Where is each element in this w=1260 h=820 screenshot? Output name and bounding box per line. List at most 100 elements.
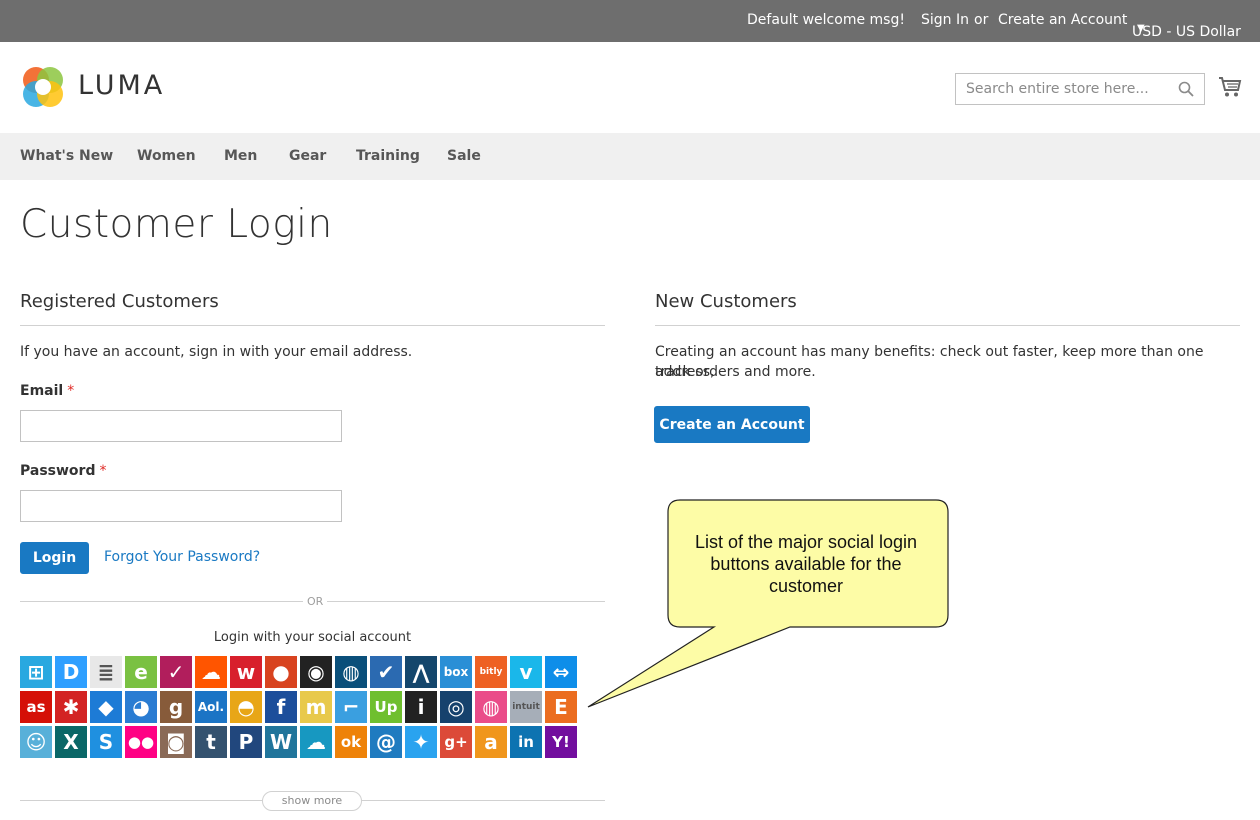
deviantart-icon: ⌐ [342, 695, 360, 719]
social-salesforce-button[interactable]: ☁ [300, 726, 332, 758]
tumblr-icon: t [206, 730, 216, 754]
social-tumblr-button[interactable]: t [195, 726, 227, 758]
nav-item-whats-new[interactable]: What's New [20, 148, 113, 164]
social-persona-button[interactable]: ● [265, 656, 297, 688]
sign-in-link[interactable]: Sign In [921, 12, 969, 28]
new-customers-divider [655, 325, 1240, 326]
social-lastfm-button[interactable]: as [20, 691, 52, 723]
social-email-button[interactable]: @ [370, 726, 402, 758]
login-button[interactable]: Login [20, 542, 89, 574]
social-windows-button[interactable]: ⊞ [20, 656, 52, 688]
social-wordpress-vip-button[interactable]: ⋀ [405, 656, 437, 688]
social-instapaper-button[interactable]: ◍ [335, 656, 367, 688]
search-input[interactable] [956, 74, 1166, 104]
nav-item-women[interactable]: Women [137, 148, 196, 164]
create-account-button[interactable]: Create an Account [654, 406, 810, 443]
email-field[interactable] [20, 410, 342, 442]
social-paypal-button[interactable]: P [230, 726, 262, 758]
social-soundcloud-button[interactable]: ☁ [195, 656, 227, 688]
flickr-icon: ●● [127, 733, 155, 751]
shopping-cart-icon[interactable] [1218, 76, 1242, 98]
chevron-down-icon: ▼ [1137, 23, 1145, 34]
social-foursquare-checkin-button[interactable]: ✓ [160, 656, 192, 688]
social-qq-button[interactable]: ◓ [230, 691, 262, 723]
search-icon[interactable] [1178, 81, 1194, 97]
top-bar: Default welcome msg! Sign In or Create a… [0, 0, 1260, 42]
social-mailru-button[interactable]: m [300, 691, 332, 723]
new-customers-intro-line2: track orders and more. [655, 364, 816, 380]
social-github-button[interactable]: ◉ [300, 656, 332, 688]
stackoverflow-icon: ≣ [97, 660, 115, 684]
social-aol-button[interactable]: Aol. [195, 691, 227, 723]
intuit-icon: intuit [512, 702, 540, 712]
social-etsy-button[interactable]: E [545, 691, 577, 723]
instapaper-icon: ◍ [342, 660, 360, 684]
social-intuit-button[interactable]: intuit [510, 691, 542, 723]
yelp-icon: ✱ [62, 695, 80, 719]
instagram-icon: ◙ [166, 730, 186, 754]
social-mailchimp-button[interactable]: ☺ [20, 726, 52, 758]
social-deviantart-button[interactable]: ⌐ [335, 691, 367, 723]
nav-item-gear[interactable]: Gear [289, 148, 326, 164]
social-box-button[interactable]: box [440, 656, 472, 688]
social-dribbble-button[interactable]: ◍ [475, 691, 507, 723]
social-teamviewer-button[interactable]: ⇔ [545, 656, 577, 688]
forgot-password-link[interactable]: Forgot Your Password? [104, 549, 260, 565]
disqus-icon: D [62, 660, 80, 684]
registered-intro: If you have an account, sign in with you… [20, 344, 413, 360]
logo-text[interactable]: LUMA [78, 70, 165, 101]
main-navigation: What's New Women Men Gear Training Sale [0, 133, 1260, 180]
social-dropbox-button[interactable]: ◆ [90, 691, 122, 723]
wechat-icon: ◎ [447, 695, 465, 719]
box-icon: box [443, 665, 469, 679]
teamviewer-icon: ⇔ [552, 660, 570, 684]
currency-label: USD - US Dollar [1132, 24, 1241, 40]
social-facebook-button[interactable]: f [265, 691, 297, 723]
social-xing-button[interactable]: X [55, 726, 87, 758]
social-wordpress-button[interactable]: W [265, 726, 297, 758]
nav-item-sale[interactable]: Sale [447, 148, 481, 164]
social-foursquare-button[interactable]: ✔ [370, 656, 402, 688]
social-goodreads-button[interactable]: g [160, 691, 192, 723]
password-field[interactable] [20, 490, 342, 522]
or-divider-text: OR [303, 595, 328, 608]
or-separator: or [974, 12, 989, 28]
social-odnoklassniki-button[interactable]: ok [335, 726, 367, 758]
nav-item-training[interactable]: Training [356, 148, 420, 164]
callout-line-2: buttons available for the [710, 554, 902, 574]
twitter-icon: ✦ [412, 730, 430, 754]
social-upwork-button[interactable]: Up [370, 691, 402, 723]
social-weibo-button[interactable]: w [230, 656, 262, 688]
social-flickr-button[interactable]: ●● [125, 726, 157, 758]
social-bitly-button[interactable]: bitly [475, 656, 507, 688]
social-yahoo-button[interactable]: Y! [545, 726, 577, 758]
social-skyrock-button[interactable]: S [90, 726, 122, 758]
social-google-plus-button[interactable]: g+ [440, 726, 472, 758]
password-required-mark: * [99, 463, 107, 479]
weibo-icon: w [236, 660, 256, 684]
social-linkedin-button[interactable]: in [510, 726, 542, 758]
social-evernote-button[interactable]: e [125, 656, 157, 688]
mailru-icon: m [305, 695, 327, 719]
callout-line-1: List of the major social login [694, 532, 918, 552]
social-instagram-button[interactable]: ◙ [160, 726, 192, 758]
social-wechat-button[interactable]: ◎ [440, 691, 472, 723]
create-account-link[interactable]: Create an Account [998, 12, 1127, 28]
windows-icon: ⊞ [27, 660, 45, 684]
show-more-button[interactable]: show more [262, 791, 362, 811]
social-amazon-button[interactable]: a [475, 726, 507, 758]
email-label-text: Email [20, 383, 64, 399]
social-stackoverflow-button[interactable]: ≣ [90, 656, 122, 688]
password-label: Password * [20, 463, 106, 479]
social-twitter-button[interactable]: ✦ [405, 726, 437, 758]
password-label-text: Password [20, 463, 96, 479]
luma-logo-icon[interactable] [20, 64, 66, 110]
social-reddit-button[interactable]: ◕ [125, 691, 157, 723]
nav-item-men[interactable]: Men [224, 148, 257, 164]
social-vimeo-button[interactable]: v [510, 656, 542, 688]
social-instagram-i-button[interactable]: i [405, 691, 437, 723]
social-yelp-button[interactable]: ✱ [55, 691, 87, 723]
social-disqus-button[interactable]: D [55, 656, 87, 688]
welcome-message: Default welcome msg! [747, 12, 905, 28]
persona-icon: ● [272, 660, 290, 684]
